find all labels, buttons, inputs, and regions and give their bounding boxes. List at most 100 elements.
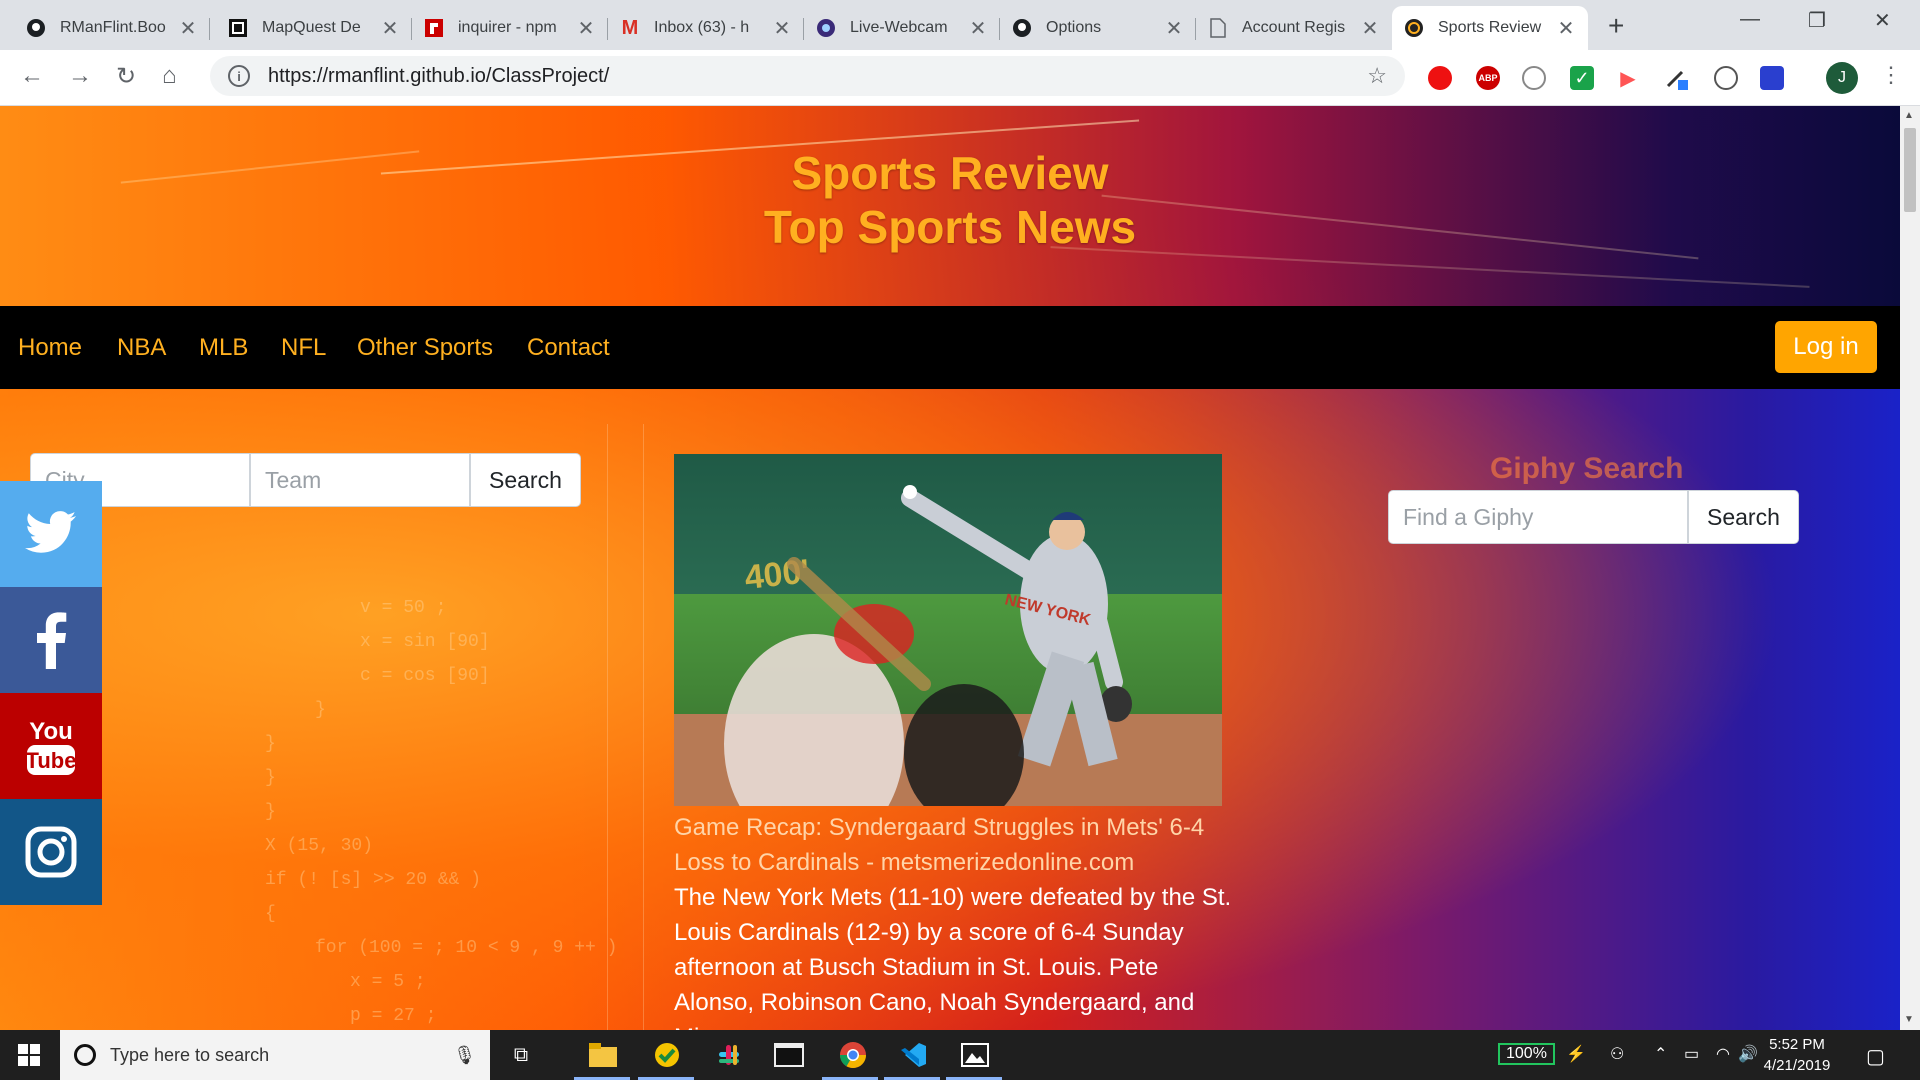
volume-icon[interactable]: 🔊 bbox=[1738, 1044, 1758, 1064]
chevron-up-icon[interactable]: ⌃ bbox=[1654, 1044, 1667, 1064]
checkmark-extension-icon[interactable]: ✓ bbox=[1570, 66, 1594, 90]
nav-other-sports[interactable]: Other Sports bbox=[357, 334, 493, 362]
photos-icon[interactable] bbox=[960, 1040, 990, 1070]
document-icon bbox=[1208, 18, 1228, 38]
giphy-search-button[interactable]: Search bbox=[1688, 490, 1799, 544]
action-center-icon[interactable]: ▢ bbox=[1866, 1044, 1885, 1069]
close-icon[interactable]: ✕ bbox=[968, 16, 988, 41]
close-icon[interactable]: ✕ bbox=[380, 16, 400, 41]
close-icon[interactable]: ✕ bbox=[1164, 16, 1184, 41]
battery-icon[interactable]: ▭ bbox=[1684, 1044, 1699, 1064]
eyedropper-icon[interactable] bbox=[1664, 66, 1688, 90]
tab-6[interactable]: Account Regis ✕ bbox=[1196, 6, 1392, 50]
svg-text:You: You bbox=[29, 718, 73, 745]
browser-toolbar: ← → ↻ ⌂ i https://rmanflint.github.io/Cl… bbox=[0, 50, 1920, 106]
profile-avatar[interactable]: J bbox=[1826, 62, 1858, 94]
close-icon[interactable]: ✕ bbox=[1360, 16, 1380, 41]
menu-kebab-icon[interactable]: ⋮ bbox=[1880, 62, 1902, 88]
article-headline-link[interactable]: Game Recap: Syndergaard Struggles in Met… bbox=[674, 810, 1234, 880]
back-icon[interactable]: ← bbox=[20, 62, 44, 90]
nav-nfl[interactable]: NFL bbox=[281, 334, 326, 362]
tab-2[interactable]: inquirer - npm ✕ bbox=[412, 6, 608, 50]
twitter-button[interactable] bbox=[0, 481, 102, 587]
twitter-icon bbox=[25, 511, 76, 553]
address-bar[interactable]: i https://rmanflint.github.io/ClassProje… bbox=[210, 56, 1405, 96]
tab-label: MapQuest De bbox=[262, 19, 361, 36]
bookmark-star-icon[interactable]: ☆ bbox=[1367, 63, 1387, 89]
taskbar-search-box[interactable]: Type here to search 🎙 bbox=[60, 1030, 490, 1080]
file-explorer-icon[interactable] bbox=[588, 1040, 618, 1070]
nav-nba[interactable]: NBA bbox=[117, 334, 166, 362]
norton-icon[interactable] bbox=[652, 1040, 682, 1070]
nav-home[interactable]: Home bbox=[18, 334, 82, 362]
tab-5[interactable]: Options ✕ bbox=[1000, 6, 1196, 50]
scrollbar-thumb[interactable] bbox=[1904, 128, 1916, 212]
tab-3[interactable]: M Inbox (63) - h ✕ bbox=[608, 6, 804, 50]
tab-label: Account Regis bbox=[1242, 19, 1346, 36]
github-icon bbox=[1012, 18, 1032, 38]
power-icon[interactable]: ⚡ bbox=[1566, 1044, 1586, 1064]
extension-icon-3[interactable] bbox=[1522, 66, 1546, 90]
nav-mlb[interactable]: MLB bbox=[199, 334, 248, 362]
people-icon[interactable]: ⚇ bbox=[1610, 1044, 1624, 1064]
tab-label: inquirer - npm bbox=[458, 19, 557, 36]
team-search-button[interactable]: Search bbox=[470, 453, 581, 507]
background-code: v = 50 ; x = sin [90] c = cos [90] } } }… bbox=[265, 598, 618, 1026]
column-divider bbox=[643, 424, 644, 1030]
forward-icon[interactable]: → bbox=[68, 62, 92, 90]
close-icon[interactable]: ✕ bbox=[178, 16, 198, 41]
instagram-button[interactable] bbox=[0, 799, 102, 905]
windows-taskbar: Type here to search 🎙 ⧉ 100% ⚡ ⚇ ⌃ ▭ ◠ 🔊… bbox=[0, 1030, 1920, 1080]
team-input[interactable] bbox=[250, 453, 470, 507]
extension-icon-8[interactable] bbox=[1760, 66, 1784, 90]
hero-banner: Sports Review Top Sports News bbox=[0, 106, 1900, 306]
extension-icon-7[interactable] bbox=[1714, 66, 1738, 90]
tab-7-active[interactable]: Sports Review ✕ bbox=[1392, 6, 1588, 50]
article-image[interactable]: 400' NEW YORK bbox=[674, 454, 1222, 806]
tab-label: Sports Review bbox=[1438, 19, 1542, 36]
extension-icon-5[interactable]: ▶ bbox=[1616, 66, 1640, 90]
facebook-icon bbox=[37, 612, 67, 669]
youtube-button[interactable]: You Tube bbox=[0, 693, 102, 799]
url-text[interactable]: https://rmanflint.github.io/ClassProject… bbox=[268, 65, 1367, 88]
close-icon[interactable]: ✕ bbox=[1556, 16, 1576, 41]
github-icon bbox=[26, 18, 46, 38]
vscode-icon[interactable] bbox=[898, 1040, 928, 1070]
minimize-button[interactable]: — bbox=[1740, 8, 1760, 31]
nav-contact[interactable]: Contact bbox=[527, 334, 610, 362]
tab-0[interactable]: RManFlint.Boo ✕ bbox=[14, 6, 210, 50]
close-window-button[interactable]: ✕ bbox=[1874, 8, 1891, 33]
maximize-button[interactable]: ❐ bbox=[1808, 8, 1826, 33]
login-button[interactable]: Log in bbox=[1775, 321, 1877, 373]
scroll-down-icon[interactable]: ▼ bbox=[1904, 1014, 1914, 1025]
microphone-icon[interactable]: 🎙 bbox=[453, 1045, 476, 1066]
task-view-icon[interactable]: ⧉ bbox=[506, 1040, 536, 1070]
giphy-title: Giphy Search bbox=[1490, 452, 1684, 485]
reload-icon[interactable]: ↻ bbox=[116, 62, 136, 91]
close-icon[interactable]: ✕ bbox=[772, 16, 792, 41]
home-icon[interactable]: ⌂ bbox=[162, 62, 177, 90]
windows-start-icon[interactable] bbox=[18, 1044, 40, 1071]
slack-icon[interactable] bbox=[714, 1040, 744, 1070]
page-viewport: Sports Review Top Sports News Home NBA M… bbox=[0, 106, 1900, 1030]
tab-1[interactable]: MapQuest De ✕ bbox=[216, 6, 412, 50]
site-title: Sports Review bbox=[791, 147, 1109, 199]
info-icon[interactable]: i bbox=[228, 65, 250, 87]
youtube-icon: You Tube bbox=[26, 718, 76, 775]
wifi-icon[interactable]: ◠ bbox=[1716, 1044, 1730, 1064]
page-scrollbar[interactable]: ▲ ▼ bbox=[1900, 106, 1920, 1030]
chrome-icon[interactable] bbox=[838, 1040, 868, 1070]
new-tab-button[interactable]: + bbox=[1608, 10, 1624, 42]
tab-4[interactable]: Live-Webcam ✕ bbox=[804, 6, 1000, 50]
terminal-icon[interactable] bbox=[774, 1040, 804, 1070]
giphy-input[interactable] bbox=[1388, 490, 1688, 544]
battery-percentage[interactable]: 100% bbox=[1498, 1043, 1555, 1065]
taskbar-clock[interactable]: 5:52 PM 4/21/2019 bbox=[1760, 1034, 1834, 1076]
clock-time: 5:52 PM bbox=[1769, 1036, 1825, 1053]
facebook-button[interactable] bbox=[0, 587, 102, 693]
adblock-icon[interactable]: ABP bbox=[1476, 66, 1500, 90]
close-icon[interactable]: ✕ bbox=[576, 16, 596, 41]
npm-icon bbox=[424, 18, 444, 38]
scroll-up-icon[interactable]: ▲ bbox=[1904, 110, 1914, 121]
extension-icon-1[interactable] bbox=[1428, 66, 1452, 90]
